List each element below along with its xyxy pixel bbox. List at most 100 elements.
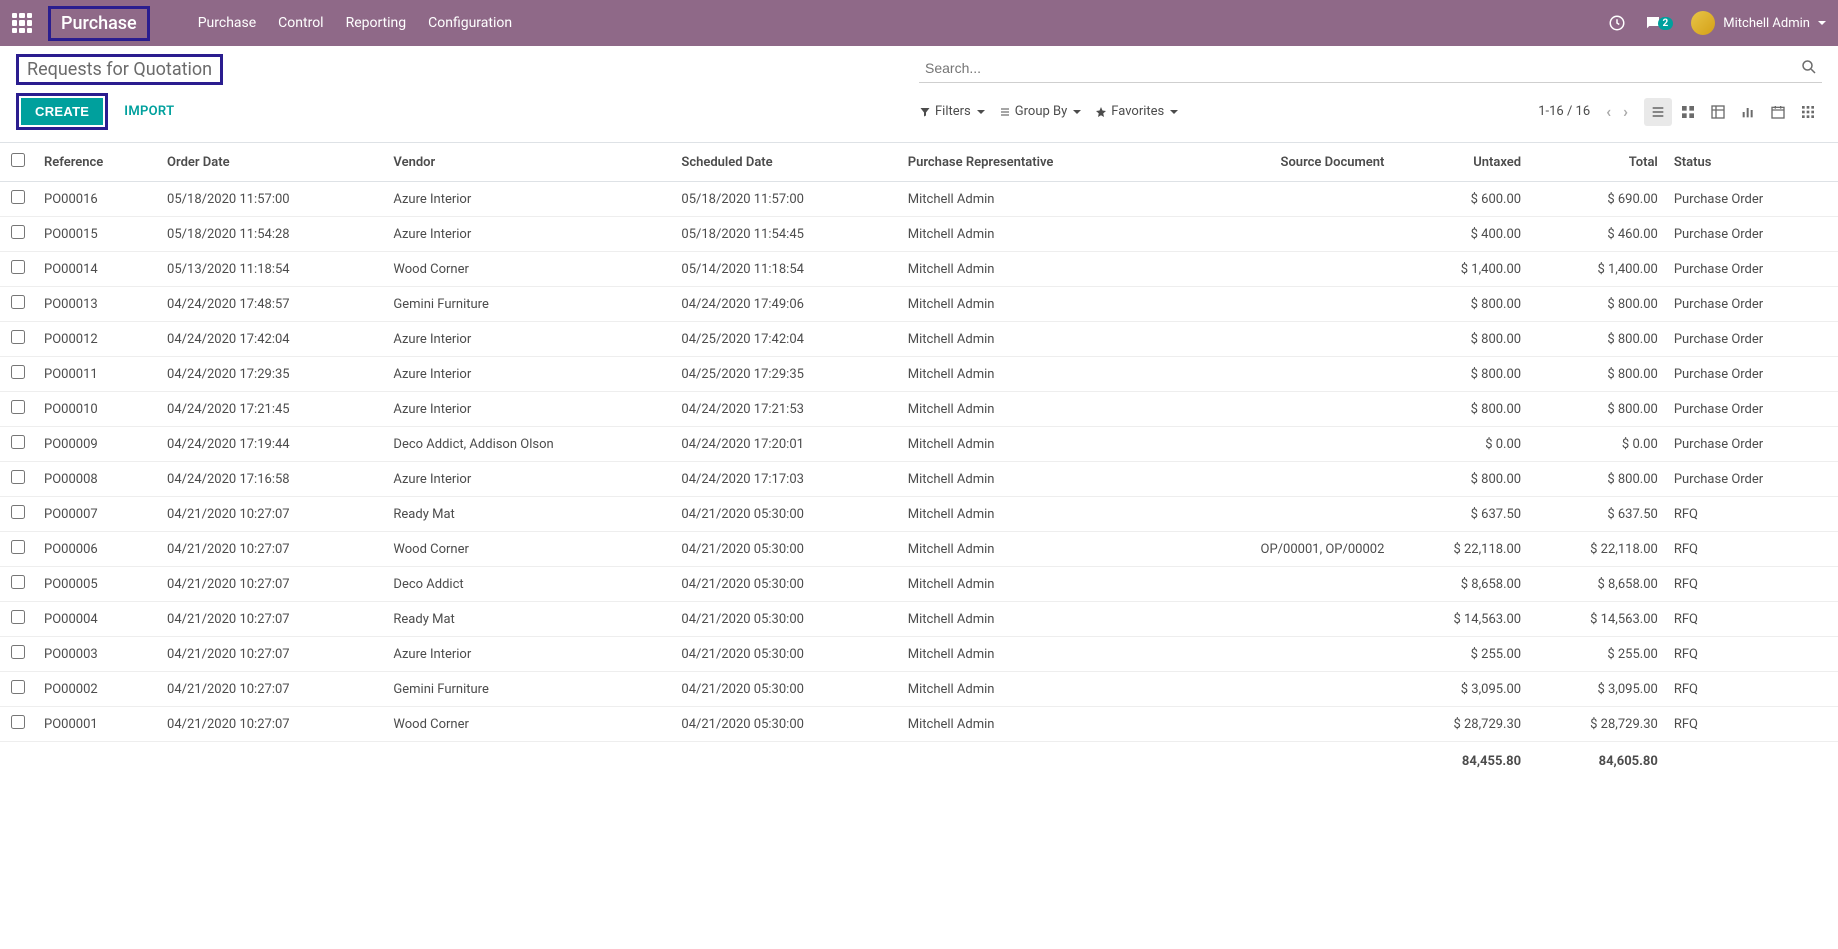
row-checkbox[interactable] (11, 330, 25, 344)
nav-item-purchase[interactable]: Purchase (198, 15, 256, 31)
row-checkbox[interactable] (11, 400, 25, 414)
row-checkbox[interactable] (11, 680, 25, 694)
cell-untaxed: $ 600.00 (1392, 182, 1529, 217)
row-checkbox[interactable] (11, 505, 25, 519)
table-row[interactable]: PO0000704/21/2020 10:27:07Ready Mat04/21… (0, 497, 1838, 532)
cell-vendor: Wood Corner (385, 707, 673, 742)
row-checkbox[interactable] (11, 225, 25, 239)
table-row[interactable]: PO0001405/13/2020 11:18:54Wood Corner05/… (0, 252, 1838, 287)
table-row[interactable]: PO0000504/21/2020 10:27:07Deco Addict04/… (0, 567, 1838, 602)
import-link[interactable]: IMPORT (124, 104, 174, 119)
nav-item-configuration[interactable]: Configuration (428, 15, 512, 31)
cell-status: RFQ (1666, 567, 1838, 602)
col-reference[interactable]: Reference (36, 143, 159, 182)
groupby-button[interactable]: Group By (999, 104, 1082, 119)
cell-status: RFQ (1666, 637, 1838, 672)
pager-text[interactable]: 1-16 / 16 (1538, 104, 1590, 119)
row-checkbox[interactable] (11, 575, 25, 589)
view-kanban-icon[interactable] (1674, 98, 1702, 126)
messages-icon[interactable]: 2 (1644, 14, 1674, 32)
cell-status: Purchase Order (1666, 217, 1838, 252)
apps-icon[interactable] (12, 13, 32, 33)
nav-item-reporting[interactable]: Reporting (346, 15, 407, 31)
view-list-icon[interactable] (1644, 98, 1672, 126)
cell-source (1164, 252, 1393, 287)
view-calendar-icon[interactable] (1764, 98, 1792, 126)
cell-vendor: Gemini Furniture (385, 287, 673, 322)
cell-reference: PO00009 (36, 427, 159, 462)
control-panel: Requests for Quotation CREATE IMPORT Fil… (0, 46, 1838, 142)
col-total[interactable]: Total (1529, 143, 1666, 182)
cell-rep: Mitchell Admin (900, 392, 1164, 427)
col-untaxed[interactable]: Untaxed (1392, 143, 1529, 182)
cell-order-date: 05/18/2020 11:54:28 (159, 217, 385, 252)
table-row[interactable]: PO0000904/24/2020 17:19:44Deco Addict, A… (0, 427, 1838, 462)
row-checkbox[interactable] (11, 365, 25, 379)
cell-reference: PO00002 (36, 672, 159, 707)
pager-next[interactable]: › (1623, 102, 1628, 121)
table-row[interactable]: PO0001104/24/2020 17:29:35Azure Interior… (0, 357, 1838, 392)
row-checkbox[interactable] (11, 610, 25, 624)
search-input[interactable] (919, 54, 1822, 83)
table-row[interactable]: PO0000804/24/2020 17:16:58Azure Interior… (0, 462, 1838, 497)
view-graph-icon[interactable] (1734, 98, 1762, 126)
cell-vendor: Wood Corner (385, 252, 673, 287)
table-row[interactable]: PO0000204/21/2020 10:27:07Gemini Furnitu… (0, 672, 1838, 707)
row-checkbox[interactable] (11, 715, 25, 729)
table-row[interactable]: PO0001204/24/2020 17:42:04Azure Interior… (0, 322, 1838, 357)
view-pivot-icon[interactable] (1704, 98, 1732, 126)
user-menu[interactable]: Mitchell Admin (1691, 11, 1826, 35)
brand-title[interactable]: Purchase (61, 13, 137, 34)
table-row[interactable]: PO0000604/21/2020 10:27:07Wood Corner04/… (0, 532, 1838, 567)
col-scheduled-date[interactable]: Scheduled Date (673, 143, 899, 182)
search-icon[interactable] (1800, 58, 1818, 76)
favorites-button[interactable]: Favorites (1095, 104, 1178, 119)
avatar (1691, 11, 1715, 35)
cell-vendor: Azure Interior (385, 357, 673, 392)
col-purchase-rep[interactable]: Purchase Representative (900, 143, 1164, 182)
table-row[interactable]: PO0001505/18/2020 11:54:28Azure Interior… (0, 217, 1838, 252)
col-order-date[interactable]: Order Date (159, 143, 385, 182)
breadcrumb-highlight: Requests for Quotation (16, 54, 223, 85)
cell-status: Purchase Order (1666, 392, 1838, 427)
cell-order-date: 04/21/2020 10:27:07 (159, 672, 385, 707)
table-row[interactable]: PO0001605/18/2020 11:57:00Azure Interior… (0, 182, 1838, 217)
cell-reference: PO00016 (36, 182, 159, 217)
cell-status: Purchase Order (1666, 252, 1838, 287)
col-vendor[interactable]: Vendor (385, 143, 673, 182)
nav-item-control[interactable]: Control (278, 15, 323, 31)
pager-prev[interactable]: ‹ (1606, 102, 1611, 121)
create-button-highlight: CREATE (16, 93, 108, 130)
cell-scheduled: 04/21/2020 05:30:00 (673, 567, 899, 602)
row-checkbox[interactable] (11, 190, 25, 204)
cell-status: RFQ (1666, 672, 1838, 707)
funnel-icon (919, 106, 931, 118)
activity-icon[interactable] (1608, 14, 1626, 32)
cell-rep: Mitchell Admin (900, 182, 1164, 217)
cell-untaxed: $ 255.00 (1392, 637, 1529, 672)
col-status[interactable]: Status (1666, 143, 1838, 182)
cell-untaxed: $ 800.00 (1392, 462, 1529, 497)
row-checkbox[interactable] (11, 540, 25, 554)
table-row[interactable]: PO0001004/24/2020 17:21:45Azure Interior… (0, 392, 1838, 427)
row-checkbox[interactable] (11, 295, 25, 309)
view-activity-icon[interactable] (1794, 98, 1822, 126)
cell-order-date: 04/21/2020 10:27:07 (159, 532, 385, 567)
cell-source (1164, 637, 1393, 672)
create-button[interactable]: CREATE (21, 98, 103, 125)
table-row[interactable]: PO0001304/24/2020 17:48:57Gemini Furnitu… (0, 287, 1838, 322)
row-checkbox[interactable] (11, 470, 25, 484)
row-checkbox[interactable] (11, 260, 25, 274)
filters-button[interactable]: Filters (919, 104, 985, 119)
row-checkbox[interactable] (11, 645, 25, 659)
list-icon (999, 106, 1011, 118)
cell-source (1164, 217, 1393, 252)
cell-untaxed: $ 1,400.00 (1392, 252, 1529, 287)
select-all-checkbox[interactable] (11, 153, 25, 167)
row-checkbox[interactable] (11, 435, 25, 449)
col-source-doc[interactable]: Source Document (1164, 143, 1393, 182)
table-row[interactable]: PO0000304/21/2020 10:27:07Azure Interior… (0, 637, 1838, 672)
filters-label: Filters (935, 104, 971, 119)
table-row[interactable]: PO0000404/21/2020 10:27:07Ready Mat04/21… (0, 602, 1838, 637)
table-row[interactable]: PO0000104/21/2020 10:27:07Wood Corner04/… (0, 707, 1838, 742)
